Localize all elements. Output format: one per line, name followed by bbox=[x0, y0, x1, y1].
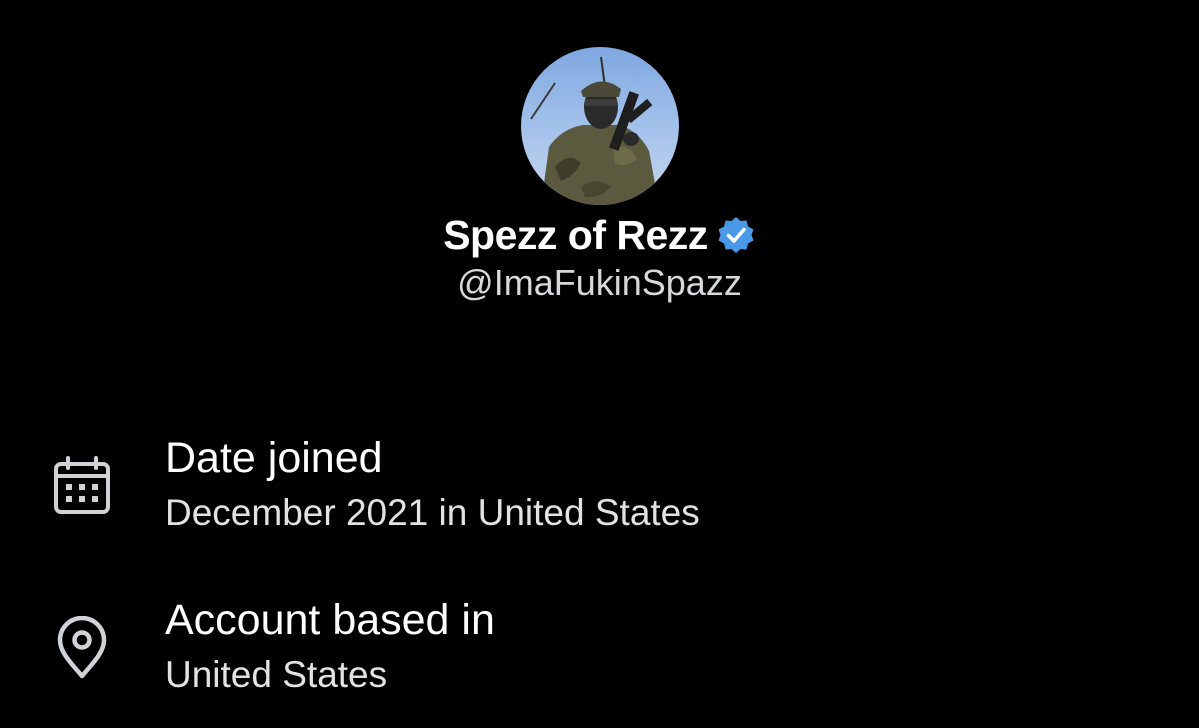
avatar[interactable] bbox=[521, 47, 679, 205]
handle: @ImaFukinSpazz bbox=[457, 262, 742, 303]
avatar-photo bbox=[530, 56, 659, 205]
date-joined-label: Date joined bbox=[165, 434, 383, 482]
profile-header: Spezz of Rezz @ImaFukinSpazz bbox=[0, 0, 1199, 330]
account-based-value: United States bbox=[165, 654, 388, 695]
account-based-label: Account based in bbox=[165, 596, 495, 644]
location-pin-icon bbox=[50, 615, 114, 680]
date-joined-value: December 2021 in United States bbox=[165, 492, 700, 533]
verified-badge-icon bbox=[716, 215, 756, 255]
calendar-icon bbox=[50, 454, 114, 518]
name-row: Spezz of Rezz bbox=[0, 206, 1199, 264]
date-joined-row: Date joined December 2021 in United Stat… bbox=[0, 430, 1199, 540]
account-based-row: Account based in United States bbox=[0, 592, 1199, 702]
display-name: Spezz of Rezz bbox=[443, 211, 708, 258]
